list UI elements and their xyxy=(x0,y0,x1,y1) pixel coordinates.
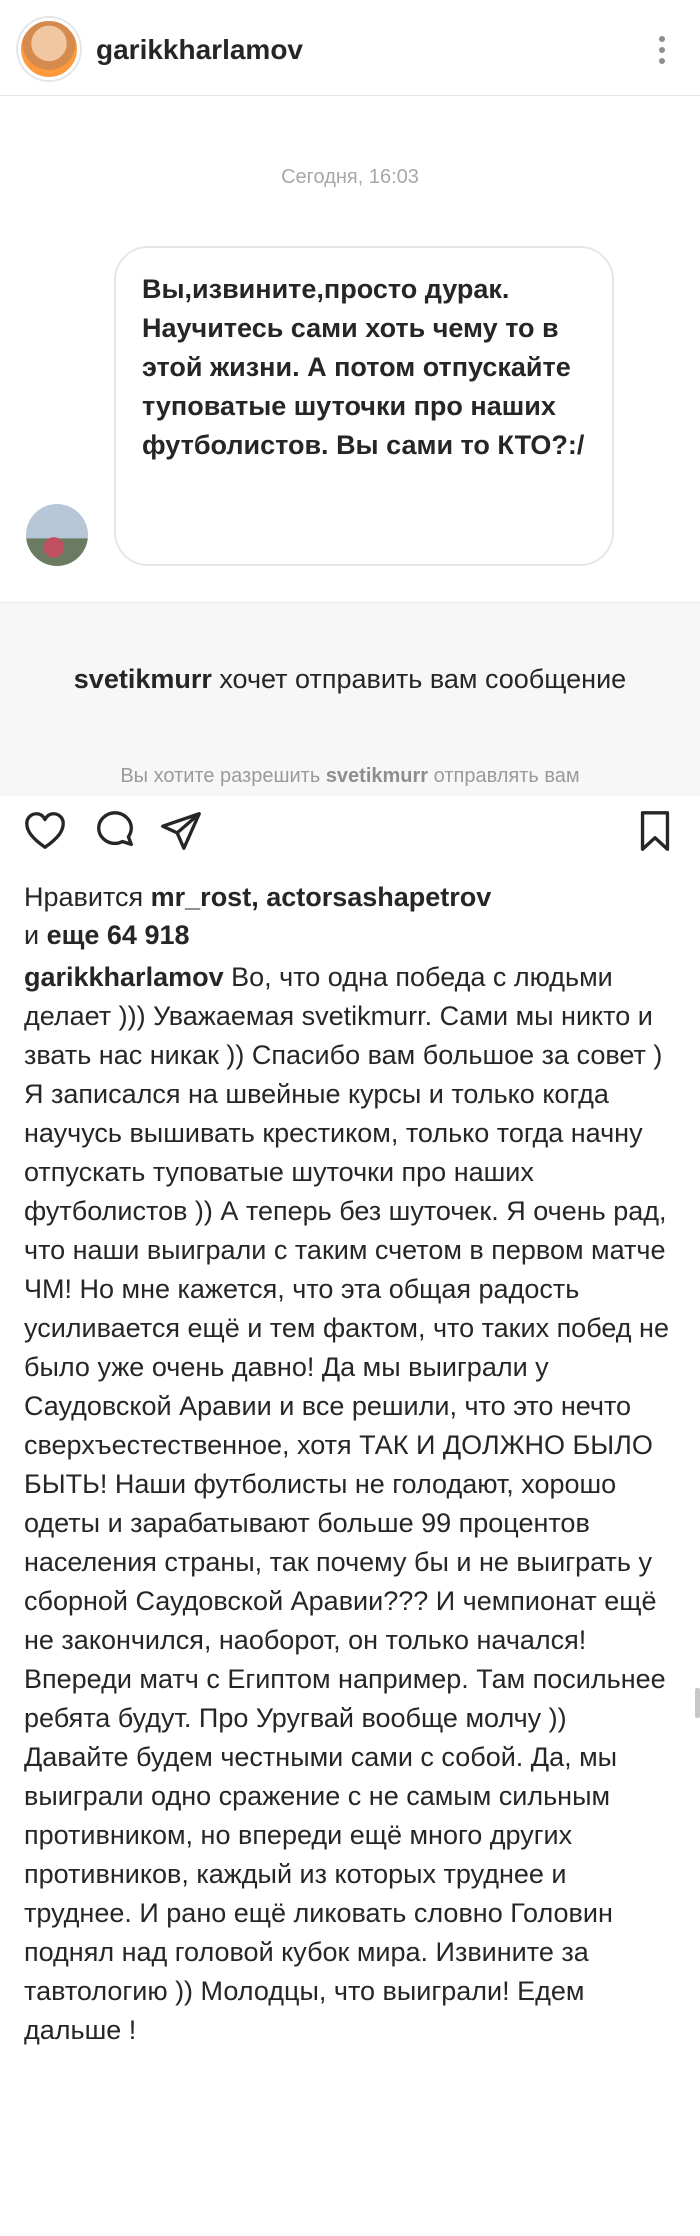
caption-text: Во, что одна победа с людьми делает ))) … xyxy=(24,962,669,2045)
bookmark-icon[interactable] xyxy=(632,808,678,854)
more-icon[interactable] xyxy=(658,36,666,64)
comment-icon[interactable] xyxy=(92,808,138,854)
profile-username[interactable]: garikkharlamov xyxy=(96,34,303,66)
post-actions-bar xyxy=(0,808,700,868)
likes-mid: и xyxy=(24,920,47,950)
request-prompt-suffix: отправлять вам xyxy=(428,765,580,787)
request-sender[interactable]: svetikmurr xyxy=(74,664,212,694)
likes-users[interactable]: mr_rost, actorsashapetrov xyxy=(151,882,492,912)
likes-summary[interactable]: Нравится mr_rost, actorsashapetrov и еще… xyxy=(24,878,674,954)
profile-avatar[interactable] xyxy=(18,18,80,80)
message-request-banner: svetikmurr хочет отправить вам сообщение… xyxy=(0,602,700,796)
message-bubble: Вы,извините,просто дурак. Научитесь сами… xyxy=(114,246,614,566)
message-timestamp: Сегодня, 16:03 xyxy=(281,166,419,188)
message-request-prompt: Вы хотите разрешить svetikmurr отправлят… xyxy=(0,765,700,795)
post-caption: garikkharlamov Во, что одна победа с люд… xyxy=(24,958,676,2050)
likes-prefix: Нравится xyxy=(24,882,151,912)
heart-icon[interactable] xyxy=(22,808,68,854)
caption-author[interactable]: garikkharlamov xyxy=(24,962,224,992)
share-icon[interactable] xyxy=(158,808,204,854)
profile-header: garikkharlamov xyxy=(0,0,700,96)
scrollbar-thumb[interactable] xyxy=(695,1688,700,1718)
request-prompt-prefix: Вы хотите разрешить xyxy=(120,765,326,787)
likes-count[interactable]: еще 64 918 xyxy=(47,920,190,950)
request-title-text: хочет отправить вам сообщение xyxy=(211,664,627,694)
request-prompt-sender: svetikmurr xyxy=(325,765,429,787)
message-request-title: svetikmurr хочет отправить вам сообщение xyxy=(0,661,700,697)
sender-avatar[interactable] xyxy=(26,504,88,566)
